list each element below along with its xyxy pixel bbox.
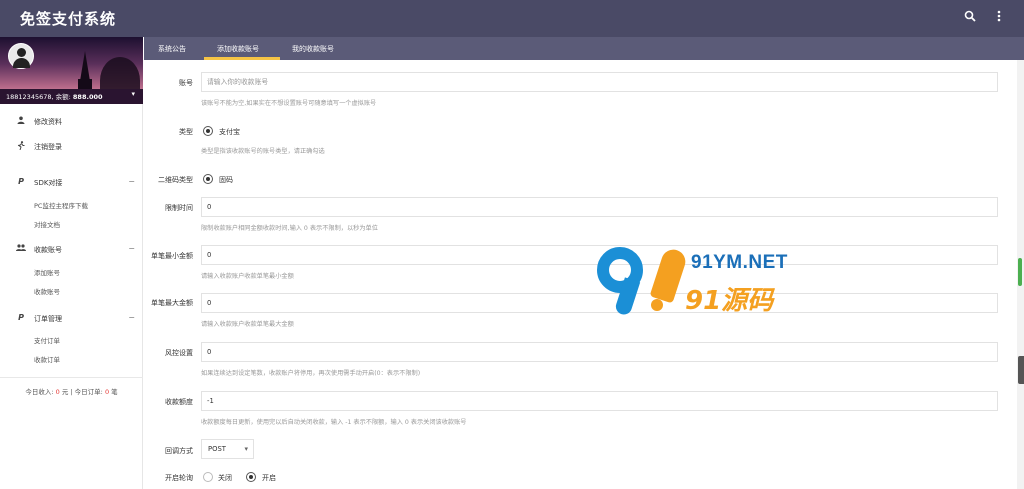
top-app-bar: 免签支付系统 xyxy=(0,0,1024,37)
sidebar-subitem-docs[interactable]: 对接文档 xyxy=(34,219,60,229)
time-limit-help: 限制收款账户相同金额收款时间,输入 0 表示不限制，以秒为单位 xyxy=(201,225,378,232)
user-profile-banner: 18812345678, 余额: 888.000 ▾ xyxy=(0,37,143,104)
sidebar-item-logout[interactable]: 注销登录 xyxy=(0,138,143,156)
polling-on-radio[interactable] xyxy=(246,472,256,482)
type-help: 类型是指该收款账号的账号类型，请正确勾选 xyxy=(201,148,325,155)
sidebar-subitem-add-account[interactable]: 添加账号 xyxy=(34,267,60,277)
min-amount-label: 单笔最小金额 xyxy=(151,252,193,260)
type-alipay-label: 支付宝 xyxy=(219,128,240,136)
group-icon xyxy=(16,244,26,254)
polling-on-label: 开启 xyxy=(262,474,276,482)
watermark-site: 91YM.NET xyxy=(691,252,788,273)
tab-bar: 系统公告 添加收款账号 我的收款账号 xyxy=(144,37,1024,60)
search-icon[interactable] xyxy=(962,10,978,26)
sidebar-subitem-pay-orders[interactable]: 支付订单 xyxy=(34,335,60,345)
risk-input[interactable]: 0 xyxy=(201,342,998,362)
chevron-down-icon: ▾ xyxy=(244,445,248,453)
sidebar-subitem-receive-orders[interactable]: 收款订单 xyxy=(34,354,60,364)
sidebar-item-label: SDK对接 xyxy=(34,179,63,187)
min-amount-help: 请输入收款账户收款单笔最小金额 xyxy=(201,273,294,280)
sidebar-item-orders[interactable]: P 订单管理 − xyxy=(0,310,143,328)
polling-off-label: 关闭 xyxy=(218,474,232,482)
time-limit-label: 限制时间 xyxy=(165,204,193,212)
user-info: 18812345678, 余额: 888.000 xyxy=(6,91,103,101)
more-vert-icon[interactable] xyxy=(991,10,1007,26)
income-label: 今日收入: xyxy=(25,388,54,396)
side-drawer-handle[interactable] xyxy=(1018,356,1024,384)
scrollbar-thumb[interactable] xyxy=(1018,258,1022,286)
tab-add-account[interactable]: 添加收款账号 xyxy=(217,44,259,54)
collapse-icon[interactable]: − xyxy=(128,177,135,186)
quota-label: 收款额度 xyxy=(165,398,193,406)
qr-type-fixed-radio[interactable] xyxy=(203,174,213,184)
callback-select[interactable]: POST ▾ xyxy=(201,439,254,459)
sidebar-item-label: 注销登录 xyxy=(34,143,62,151)
tab-announcement[interactable]: 系统公告 xyxy=(158,44,186,54)
avatar[interactable] xyxy=(8,43,34,69)
account-help: 该账号不能为空,如果实在不想设置账号可随意填写一个虚拟账号 xyxy=(201,100,377,107)
paypal-icon: P xyxy=(18,177,24,186)
orders-value: 0 xyxy=(104,388,110,396)
quota-help: 收款额度每日更新，使用完以后自动关闭收款，输入 -1 表示不限额，输入 0 表示… xyxy=(201,419,467,426)
active-tab-indicator xyxy=(204,57,280,60)
time-limit-input[interactable]: 0 xyxy=(201,197,998,217)
orders-label: 今日订单: xyxy=(74,388,103,396)
person-icon xyxy=(16,116,26,126)
logo-one-shape xyxy=(649,246,689,304)
sidebar-item-sdk[interactable]: P SDK对接 − xyxy=(0,174,143,192)
user-menu-caret-icon[interactable]: ▾ xyxy=(131,90,135,98)
today-stats: 今日收入: 0 元 | 今日订单: 0 笔 xyxy=(0,386,143,396)
sidebar-item-label: 收款账号 xyxy=(34,246,62,254)
church-spire-decoration xyxy=(80,51,90,81)
sidebar-subitem-account-list[interactable]: 收款账号 xyxy=(34,286,60,296)
type-label: 类型 xyxy=(179,128,193,136)
logo-dot xyxy=(651,299,663,311)
risk-label: 风控设置 xyxy=(165,349,193,357)
user-info-prefix: 18812345678, 余额: xyxy=(6,93,71,101)
watermark-brand: 91源码 xyxy=(685,286,774,316)
collapse-icon[interactable]: − xyxy=(128,313,135,322)
app-title: 免签支付系统 xyxy=(20,10,117,28)
callback-value: POST xyxy=(208,445,226,453)
income-value: 0 xyxy=(55,388,60,396)
run-icon xyxy=(16,141,26,152)
risk-help: 如果连续达到设定笔数，收款账户将停用，再次使用需手动开启(0：表示不限制) xyxy=(201,370,421,377)
sidebar: 18812345678, 余额: 888.000 ▾ 修改资料 注销登录 P S… xyxy=(0,37,143,489)
qr-type-label: 二维码类型 xyxy=(158,176,193,184)
tab-my-accounts[interactable]: 我的收款账号 xyxy=(292,44,334,54)
account-input[interactable]: 请输入你的收款账号 xyxy=(201,72,998,92)
sidebar-subitem-pc-download[interactable]: PC监控主程序下载 xyxy=(34,200,88,210)
max-amount-help: 请输入收款账户收款单笔最大金额 xyxy=(201,321,294,328)
quota-input[interactable]: -1 xyxy=(201,391,998,411)
qr-type-fixed-label: 固码 xyxy=(219,176,233,184)
logo-nine-shape xyxy=(595,243,655,319)
type-alipay-radio[interactable] xyxy=(203,126,213,136)
collapse-icon[interactable]: − xyxy=(128,244,135,253)
sidebar-item-accounts[interactable]: 收款账号 − xyxy=(0,241,143,259)
polling-off-radio[interactable] xyxy=(203,472,213,482)
sidebar-item-label: 订单管理 xyxy=(34,315,62,323)
divider xyxy=(0,377,143,378)
polling-label: 开启轮询 xyxy=(165,474,193,482)
orders-unit: 笔 xyxy=(111,388,118,396)
sidebar-item-edit-profile[interactable]: 修改资料 xyxy=(0,113,143,131)
income-unit: 元 xyxy=(61,388,69,396)
paypal-icon: P xyxy=(18,313,24,322)
account-label: 账号 xyxy=(179,79,193,87)
callback-label: 回调方式 xyxy=(165,447,193,455)
watermark-logo: 91YM.NET 91源码 xyxy=(595,243,800,323)
user-balance: 888.000 xyxy=(72,93,103,101)
max-amount-label: 单笔最大金额 xyxy=(151,299,193,307)
sidebar-item-label: 修改资料 xyxy=(34,118,62,126)
